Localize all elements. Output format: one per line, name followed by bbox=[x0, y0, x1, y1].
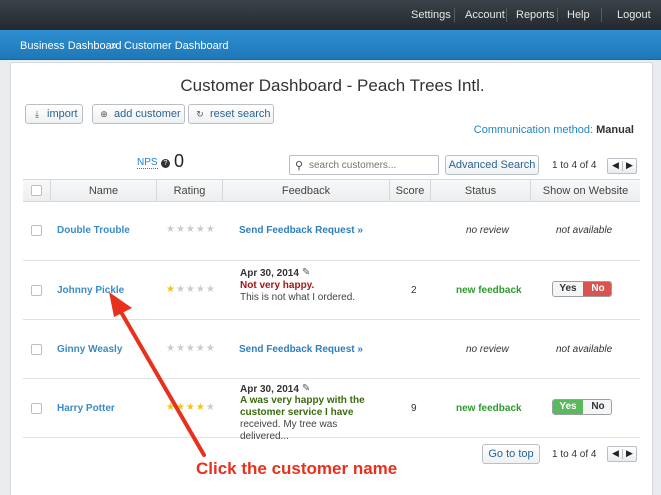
annotation-arrow bbox=[109, 292, 206, 457]
annotation-callout: Click the customer name bbox=[196, 459, 398, 478]
